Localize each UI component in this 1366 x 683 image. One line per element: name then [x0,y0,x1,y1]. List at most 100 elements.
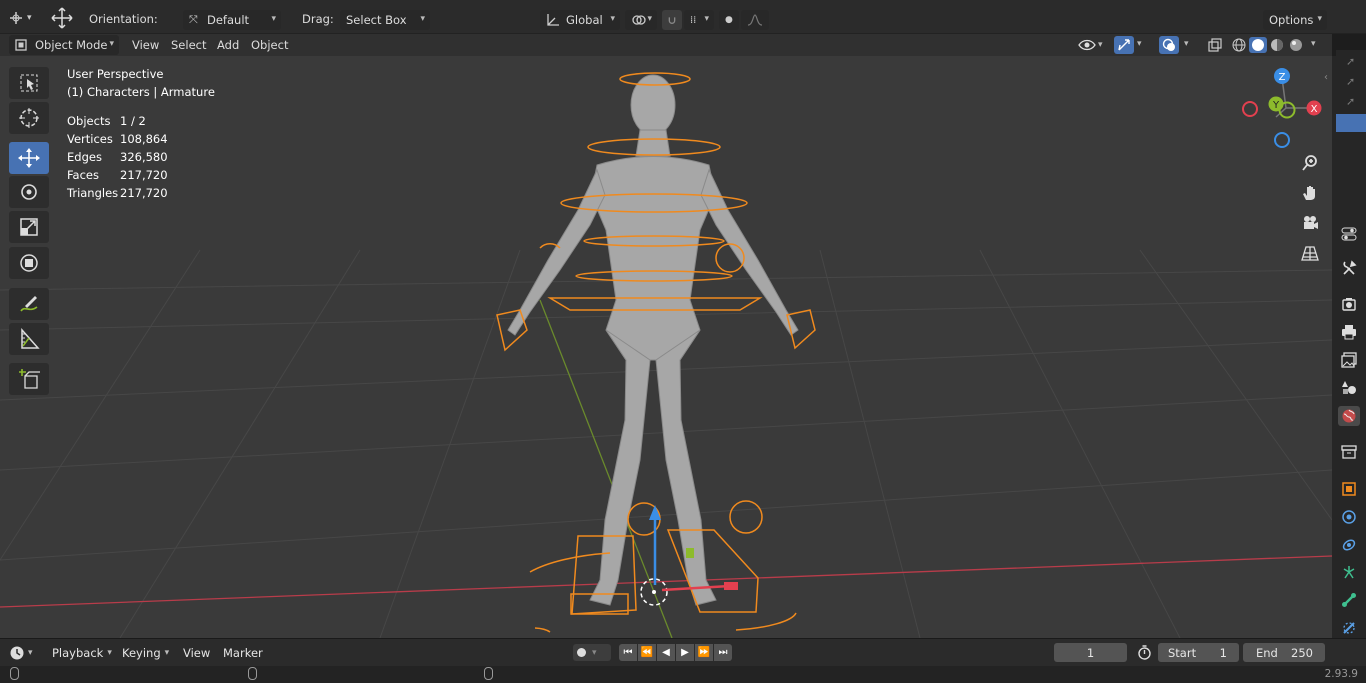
render-properties-tab[interactable] [1338,294,1360,314]
scene-properties-tab[interactable] [1338,378,1360,398]
navigation-gizmo[interactable]: Z X Y [1236,64,1332,154]
overlays-icon [1162,38,1175,51]
material-sphere-icon [1271,39,1283,51]
menu-select[interactable]: Select [171,38,206,52]
perspective-label: User Perspective [67,67,164,81]
playback-menu[interactable]: Playback ▾ [46,643,114,662]
stat-value: 1 / 2 [120,114,146,128]
collection-properties-tab[interactable] [1338,442,1360,462]
bone-properties-tab[interactable] [1338,590,1360,610]
menu-object[interactable]: Object [251,38,288,52]
material-shading-button[interactable] [1268,37,1286,53]
output-properties-tab[interactable] [1338,322,1360,342]
3d-viewport[interactable]: User Perspective (1) Characters | Armatu… [0,56,1332,638]
modifier-properties-tab[interactable] [1338,507,1360,527]
neg-x-axis-handle[interactable] [1242,101,1258,117]
jump-keyframe-forward-button[interactable]: ⏩ [695,644,713,661]
wireframe-shading-button[interactable] [1230,37,1248,53]
gizmo-icon [1118,39,1130,51]
tool-settings-tab[interactable] [1338,258,1360,278]
zoom-button[interactable] [1296,149,1324,177]
bone-constraint-tab[interactable] [1338,618,1360,638]
collapse-arrow-icon[interactable]: ‹ [1324,72,1328,83]
snap-toggle[interactable] [662,10,682,30]
current-frame-field[interactable]: 1 [1054,643,1127,662]
particle-properties-tab[interactable] [1338,535,1360,555]
overlay-toggle[interactable] [1159,36,1179,54]
visibility-dropdown[interactable]: ▾ [1078,36,1108,54]
select-box-tool[interactable] [9,67,49,99]
keying-menu[interactable]: Keying ▾ [116,643,174,662]
cursor-tool[interactable] [9,102,49,134]
view-layer-properties-tab[interactable] [1338,350,1360,370]
perspective-toggle-button[interactable] [1296,239,1324,267]
timeline-view-menu[interactable]: View [183,646,210,660]
tool-settings-icon[interactable]: ▾ [8,9,42,27]
world-properties-tab[interactable] [1338,406,1360,426]
editor-type-dropdown[interactable]: ▾ [9,643,41,662]
start-label: Start [1168,645,1197,660]
menu-add[interactable]: Add [217,38,239,52]
object-properties-tab[interactable] [1338,479,1360,499]
gizmo-toggle[interactable] [1114,36,1134,54]
marker-menu[interactable]: Marker [223,646,263,660]
preview-range-toggle[interactable] [1134,643,1154,662]
auto-keying-toggle[interactable]: ▾ [573,644,611,661]
tool-properties-tab[interactable] [1338,224,1360,244]
jump-keyframe-back-button[interactable]: ⏪ [638,644,656,661]
start-frame-field[interactable]: Start 1 [1158,643,1239,662]
shading-dropdown-chevron[interactable]: ▾ [1311,39,1316,49]
overlay-dropdown-chevron[interactable]: ▾ [1184,39,1189,49]
menu-view[interactable]: View [132,38,159,52]
neg-z-axis-handle[interactable] [1274,132,1290,148]
mode-dropdown[interactable]: Object Mode ▾ [9,35,119,55]
jump-end-button[interactable]: ⏭ [714,644,732,661]
restrict-select-icon[interactable]: ➚ [1346,55,1355,68]
transform-orientation-dropdown[interactable]: Global ▾ [540,10,620,30]
snap-target-dropdown[interactable]: ⁞⁞ ▾ [684,10,714,30]
render-camera-back-icon [1342,298,1356,311]
mouse-left-icon [10,667,19,680]
transform-tool[interactable] [9,247,49,279]
stopwatch-icon [1137,645,1151,660]
annotate-tool[interactable] [9,288,49,320]
falloff-dropdown[interactable] [741,10,769,30]
measure-tool[interactable] [9,323,49,355]
restrict-select-icon[interactable]: ➚ [1346,95,1355,108]
options-dropdown[interactable]: Options ▾ [1263,10,1327,30]
end-frame-field[interactable]: End 250 [1243,643,1325,662]
chevron-down-icon: ▾ [647,14,652,24]
stat-label: Vertices [67,132,113,146]
jump-start-button[interactable]: ⏮ [619,644,637,661]
drag-dropdown[interactable]: Select Box ▾ [340,10,430,30]
move-tool[interactable] [9,142,49,174]
move-gizmo-icon [50,7,74,29]
neg-y-axis-handle[interactable] [1278,101,1296,119]
solid-shading-button[interactable] [1249,37,1267,53]
scale-tool[interactable] [9,211,49,243]
gizmo-dropdown-chevron[interactable]: ▾ [1137,39,1142,49]
play-reverse-button[interactable]: ◀ [657,644,675,661]
cursor-icon [19,108,39,128]
armature-data-tab[interactable] [1338,562,1360,582]
object-square-icon [1342,482,1356,496]
image-stack-icon [1341,352,1357,368]
magnet-icon [668,17,676,24]
proportional-edit-toggle[interactable]: ● [719,10,739,30]
rendered-shading-button[interactable] [1287,37,1305,53]
rotate-tool[interactable] [9,176,49,208]
scene-statistics: Objects 1 / 2 Vertices 108,864 Edges 326,58… [67,112,168,202]
add-cube-tool[interactable] [9,363,49,395]
play-button[interactable]: ▶ [676,644,694,661]
camera-view-button[interactable] [1296,209,1324,237]
axes-icon [547,14,559,26]
playback-label: Playback [52,645,104,660]
pivot-point-dropdown[interactable]: ▾ [625,10,657,30]
pan-button[interactable] [1296,179,1324,207]
orientation-dropdown[interactable]: ⤧ Default ▾ [183,10,281,30]
xray-toggle[interactable] [1205,36,1225,54]
collection-box-icon [1341,445,1357,459]
restrict-select-icon[interactable]: ➚ [1346,75,1355,88]
armature-figure-icon [1343,566,1355,579]
ruler-icon [21,328,40,349]
